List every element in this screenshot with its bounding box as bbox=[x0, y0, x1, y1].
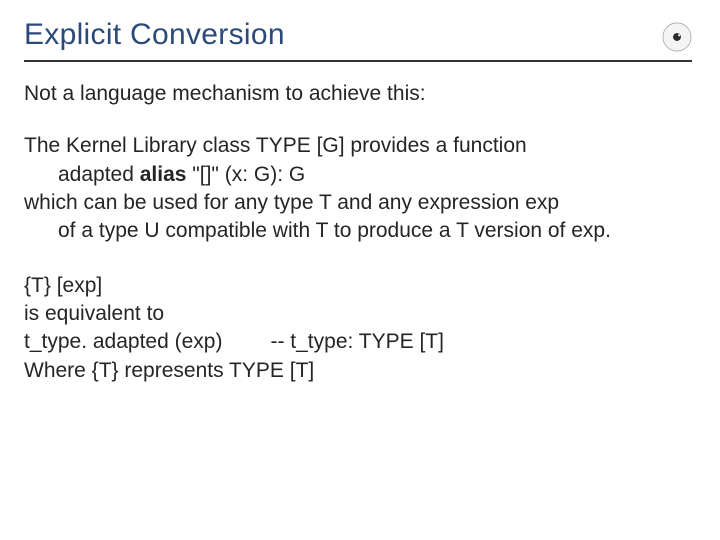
intro-line: Not a language mechanism to achieve this… bbox=[24, 80, 692, 108]
equiv-call: t_type. adapted (exp) bbox=[24, 330, 222, 353]
func-prefix: adapted bbox=[58, 163, 140, 186]
title-divider bbox=[24, 60, 692, 62]
equiv-comment: -- t_type: TYPE [T] bbox=[270, 330, 444, 353]
slide: Explicit Conversion Not a language mecha… bbox=[0, 0, 720, 540]
paragraph-equivalence: {T} [exp] is equivalent to t_type. adapt… bbox=[24, 272, 692, 385]
kernel-line-1: The Kernel Library class TYPE [G] provid… bbox=[24, 132, 692, 160]
header: Explicit Conversion bbox=[24, 12, 692, 56]
slide-title: Explicit Conversion bbox=[24, 18, 285, 52]
equiv-line-4: Where {T} represents TYPE [T] bbox=[24, 357, 692, 385]
kernel-function-signature: adapted alias "[]" (x: G): G bbox=[24, 161, 692, 189]
equiv-line-2: is equivalent to bbox=[24, 300, 692, 328]
equiv-line-1: {T} [exp] bbox=[24, 272, 692, 300]
kernel-line-3: which can be used for any type T and any… bbox=[24, 189, 692, 246]
alias-keyword: alias bbox=[140, 163, 187, 186]
body-text: Not a language mechanism to achieve this… bbox=[24, 80, 692, 385]
func-suffix: "[]" (x: G): G bbox=[186, 163, 305, 186]
equiv-line-3: t_type. adapted (exp) -- t_type: TYPE [T] bbox=[24, 328, 692, 356]
org-logo-icon bbox=[662, 22, 692, 52]
paragraph-kernel: The Kernel Library class TYPE [G] provid… bbox=[24, 132, 692, 245]
